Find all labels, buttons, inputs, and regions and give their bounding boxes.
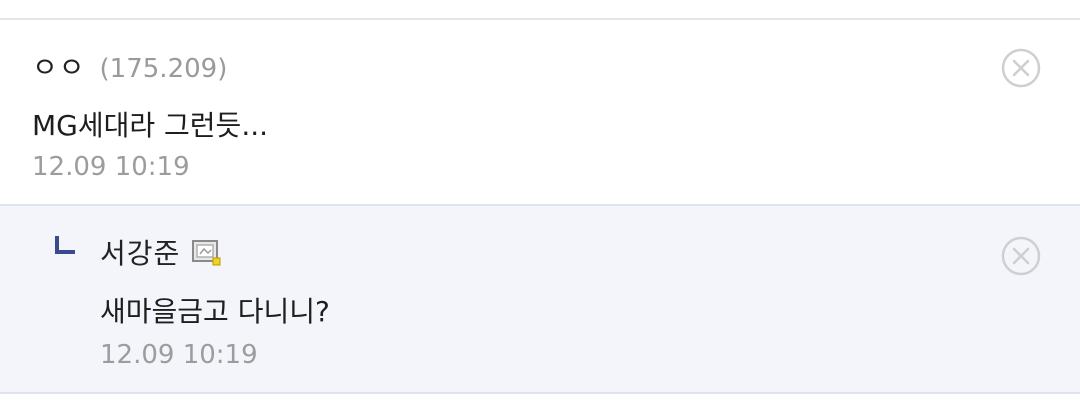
fixed-nick-icon — [192, 240, 221, 266]
comment-timestamp: 12.09 10:19 — [32, 152, 190, 182]
reply-arrow-icon — [55, 236, 75, 254]
comment-section: ㅇㅇ (175.209) MG세대라 그런듯... 12.09 10:19 서강… — [0, 0, 1080, 411]
reply-author-line: 서강준 — [100, 232, 222, 272]
close-circle-icon — [1001, 236, 1041, 276]
delete-comment-button[interactable] — [1001, 48, 1041, 88]
reply-item: 서강준 새마을금고 다니니? 12.09 10:19 — [0, 206, 1080, 394]
reply-text: 새마을금고 다니니? — [100, 295, 330, 328]
delete-reply-button[interactable] — [1001, 236, 1041, 276]
comment-author-line: ㅇㅇ (175.209) — [32, 46, 227, 86]
close-circle-icon — [1001, 48, 1041, 88]
comment-ip: (175.209) — [99, 54, 228, 84]
reply-nickname[interactable]: 서강준 — [100, 232, 180, 272]
comment-text: MG세대라 그런듯... — [32, 109, 269, 142]
comment-nickname[interactable]: ㅇㅇ — [32, 46, 86, 86]
comment-item: ㅇㅇ (175.209) MG세대라 그런듯... 12.09 10:19 — [0, 20, 1080, 206]
reply-timestamp: 12.09 10:19 — [100, 340, 258, 370]
